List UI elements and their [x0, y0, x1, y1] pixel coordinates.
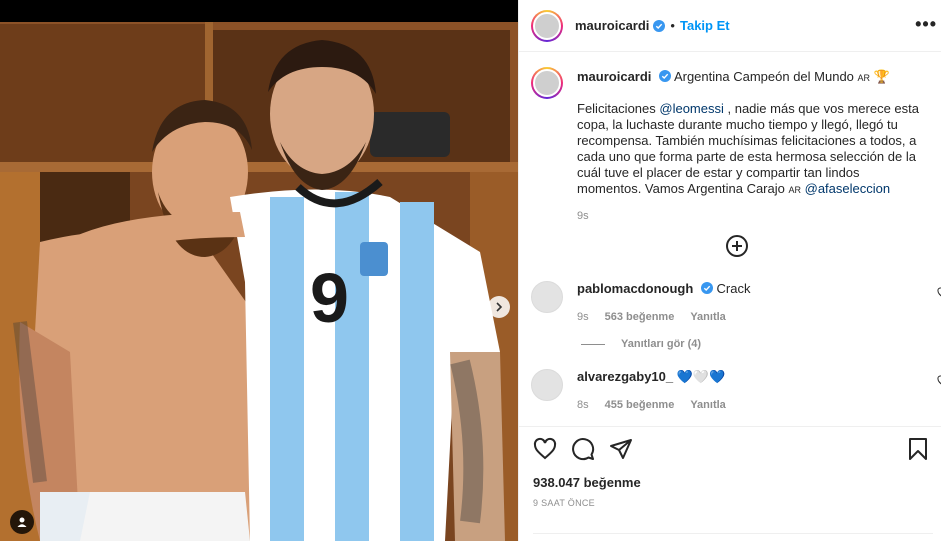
comment-item: alvarezgaby10_ 💙🤍💙 8s 455 beğenme Yanıtl… [531, 369, 941, 413]
verified-badge-icon [659, 70, 672, 82]
action-bar [533, 437, 928, 461]
trophy-emoji: 🏆 [873, 69, 890, 84]
mention-link[interactable]: @leomessi [659, 101, 724, 116]
likes-count[interactable]: 938.047 beğenme [533, 475, 928, 490]
user-tag-icon [17, 517, 27, 527]
chevron-right-icon [496, 302, 503, 312]
comment-time: 8s [577, 399, 589, 411]
comment-meta: 9s 563 beğenme Yanıtla [577, 309, 750, 325]
add-comment-area[interactable] [533, 533, 933, 541]
separator-dot: • [670, 18, 675, 33]
caption-text-part: Felicitaciones [577, 101, 660, 116]
comment-avatar[interactable] [531, 281, 563, 313]
bookmark-icon[interactable] [908, 437, 928, 461]
tagged-users-button[interactable] [10, 510, 34, 534]
comment-content: pablomacdonough Crack [577, 281, 750, 297]
caption: mauroicardi Argentina Campeón del Mundo … [531, 67, 930, 224]
comment-likes[interactable]: 455 beğenme [605, 397, 675, 413]
post-image: 9 [0, 22, 518, 541]
carousel-next-button[interactable] [488, 296, 510, 318]
comments-section: mauroicardi Argentina Campeón del Mundo … [519, 53, 941, 425]
avatar-image [533, 69, 561, 97]
post-time: 9 SAAT ÖNCE [533, 498, 595, 508]
reply-button[interactable]: Yanıtla [690, 397, 725, 413]
caption-title-text: Argentina Campeón del Mundo [673, 69, 854, 84]
caption-text: Felicitaciones @leomessi , nadie más que… [577, 101, 927, 198]
plus-circle-icon[interactable] [725, 234, 749, 258]
heart-icon[interactable] [937, 287, 941, 299]
comment-time: 9s [577, 311, 589, 323]
more-options-button[interactable]: ••• [915, 14, 937, 35]
comment-item: pablomacdonough Crack 9s 563 beğenme Yan… [531, 281, 941, 325]
post-actions: 938.047 beğenme 9 SAAT ÖNCE [519, 426, 941, 541]
comment-text: Crack [716, 281, 751, 296]
post-photo[interactable]: 9 [0, 22, 518, 541]
svg-text:9: 9 [310, 259, 349, 337]
caption-username[interactable]: mauroicardi [577, 69, 651, 84]
replies-line [581, 343, 605, 345]
heart-icon[interactable] [937, 375, 941, 387]
comment-avatar[interactable] [531, 369, 563, 401]
comment-likes[interactable]: 563 beğenme [605, 309, 675, 325]
post-username[interactable]: mauroicardi [575, 18, 649, 33]
reply-button[interactable]: Yanıtla [690, 309, 725, 325]
verified-badge-icon [700, 282, 713, 294]
verified-badge-icon [653, 19, 666, 32]
follow-button[interactable]: Takip Et [680, 18, 730, 33]
flag-label: AR [857, 73, 871, 83]
post-header: mauroicardi • Takip Et ••• [519, 0, 941, 52]
comment-text: 💙🤍💙 [676, 369, 726, 384]
view-replies-label: Yanıtları gör (4) [621, 338, 702, 350]
post-side-panel: mauroicardi • Takip Et ••• mauroicardi A… [518, 0, 941, 541]
comment-meta: 8s 455 beğenme Yanıtla [577, 397, 726, 413]
heart-icon[interactable] [533, 437, 557, 461]
mention-link[interactable]: @afaseleccion [805, 181, 890, 196]
avatar-image [533, 11, 561, 40]
caption-time: 9s [577, 210, 589, 222]
comment-content: alvarezgaby10_ 💙🤍💙 [577, 369, 726, 385]
share-icon[interactable] [609, 437, 633, 461]
comment-username[interactable]: alvarezgaby10_ [577, 369, 673, 384]
caption-header: mauroicardi Argentina Campeón del Mundo … [577, 69, 927, 86]
avatar[interactable] [531, 9, 563, 42]
top-bar [0, 0, 518, 22]
view-replies-button[interactable]: Yanıtları gör (4) [581, 338, 701, 350]
comment-icon[interactable] [571, 437, 595, 461]
flag-label: AR [788, 185, 801, 195]
caption-avatar[interactable] [531, 67, 563, 99]
comment-username[interactable]: pablomacdonough [577, 281, 693, 296]
